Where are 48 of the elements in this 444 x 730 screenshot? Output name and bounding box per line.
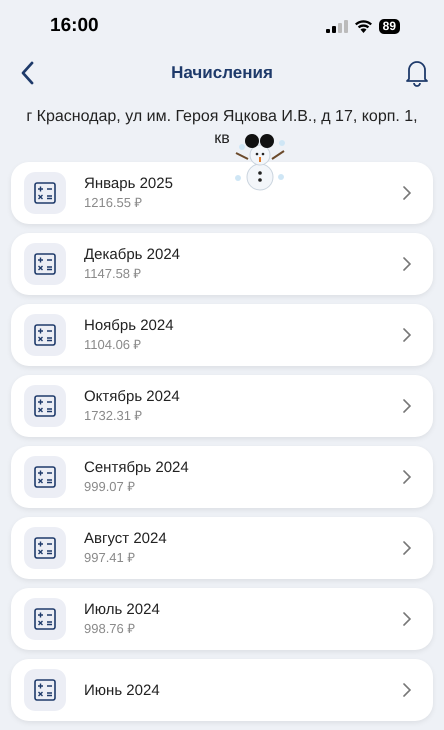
battery-level: 89 xyxy=(378,18,400,34)
calculator-icon xyxy=(24,314,66,356)
chevron-right-icon xyxy=(403,683,411,697)
amount-label: 1104.06 ₽ xyxy=(84,336,143,354)
month-label: Январь 2025 xyxy=(84,174,174,193)
calculator-icon xyxy=(24,456,66,498)
amount-label: 1147.58 ₽ xyxy=(84,265,143,283)
chevron-right-icon xyxy=(403,328,411,342)
month-label: Июль 2024 xyxy=(84,600,161,619)
amount-label: 999.07 ₽ xyxy=(84,478,136,496)
amount-label: 1216.55 ₽ xyxy=(84,194,144,212)
chevron-left-icon xyxy=(20,61,34,85)
calculator-icon xyxy=(24,669,66,711)
chevron-right-icon xyxy=(403,470,411,484)
page-title: Начисления xyxy=(171,62,273,84)
chevron-right-icon xyxy=(403,541,411,555)
month-label: Июнь 2024 xyxy=(84,680,161,700)
wifi-icon xyxy=(354,19,373,33)
address-text: г Краснодар, ул им. Героя Яцкова И.В., д 17, корп. 1, кв xyxy=(25,107,419,149)
chevron-right-icon xyxy=(403,186,411,200)
month-label: Октябрь 2024 xyxy=(84,387,181,406)
chevron-right-icon xyxy=(403,399,411,413)
month-label: Сентябрь 2024 xyxy=(84,458,190,477)
chevron-right-icon xyxy=(403,257,411,271)
charge-card[interactable]: Июль 2024 998.76 ₽ xyxy=(11,588,433,650)
calculator-icon xyxy=(24,172,66,214)
bell-icon xyxy=(404,59,429,87)
charge-card[interactable]: Сентябрь 2024 999.07 ₽ xyxy=(11,446,433,508)
month-label: Декабрь 2024 xyxy=(84,245,182,264)
status-time: 16:00 xyxy=(50,14,99,38)
charge-card[interactable]: Январь 2025 1216.55 ₽ xyxy=(11,162,433,224)
amount-label: 997.41 ₽ xyxy=(84,549,136,567)
calculator-icon xyxy=(24,598,66,640)
chevron-right-icon xyxy=(403,612,411,626)
signal-icon xyxy=(326,20,348,32)
charge-card[interactable]: Ноябрь 2024 1104.06 ₽ xyxy=(11,304,433,366)
month-label: Ноябрь 2024 xyxy=(84,316,175,335)
month-label: Август 2024 xyxy=(84,529,168,548)
snowman-sticker-drawing xyxy=(232,133,288,191)
amount-label: 1732.31 ₽ xyxy=(84,407,144,425)
charge-card[interactable]: Октябрь 2024 1732.31 ₽ xyxy=(11,375,433,437)
charge-card[interactable]: Август 2024 997.41 ₽ xyxy=(11,517,433,579)
charge-card[interactable]: Июнь 2024 xyxy=(11,659,433,721)
calculator-icon xyxy=(24,385,66,427)
amount-label: 998.76 ₽ xyxy=(84,620,136,638)
charge-card[interactable]: Декабрь 2024 1147.58 ₽ xyxy=(11,233,433,295)
calculator-icon xyxy=(24,243,66,285)
calculator-icon xyxy=(24,527,66,569)
